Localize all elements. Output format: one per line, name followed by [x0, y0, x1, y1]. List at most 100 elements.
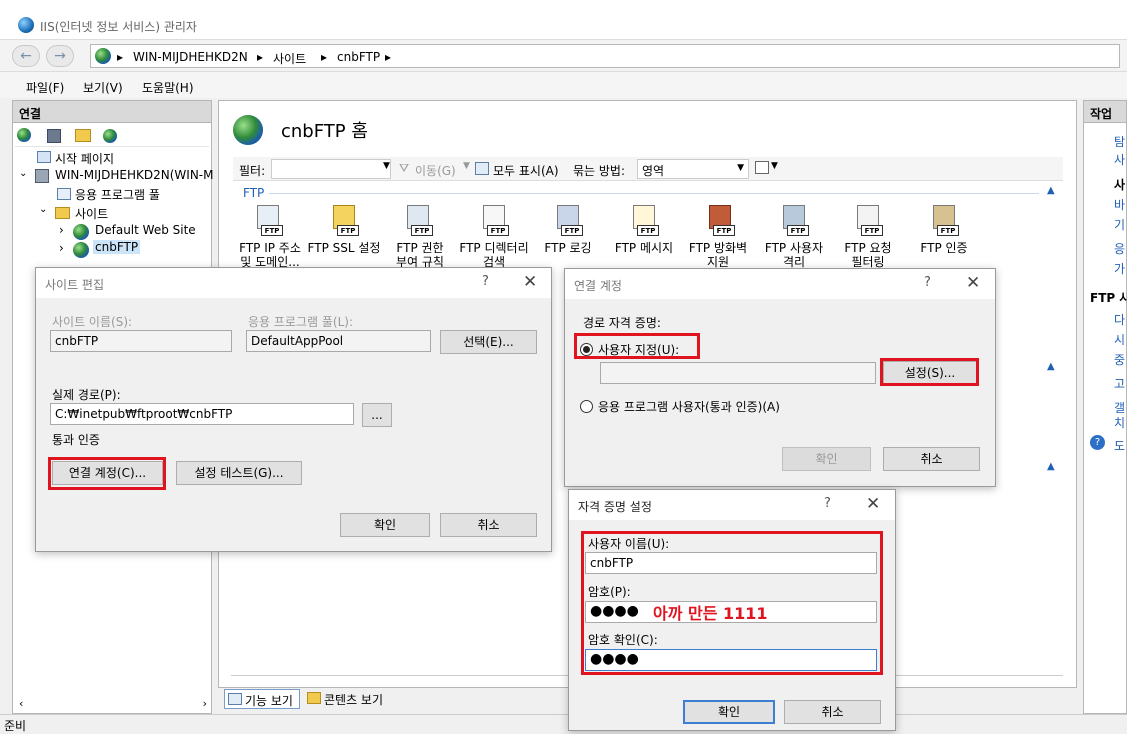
- feature-ftp-authorization[interactable]: FTP 권한 부여 규칙: [383, 241, 457, 269]
- breadcrumb-server[interactable]: WIN-MIJDHEHKD2N: [133, 50, 248, 64]
- message-icon[interactable]: FTP: [629, 205, 659, 239]
- close-icon[interactable]: ✕: [866, 494, 880, 514]
- feature-ftp-ip[interactable]: FTP IP 주소 및 도메인...: [233, 241, 307, 269]
- menu-view[interactable]: 보기(V): [83, 79, 123, 96]
- chevron-right-icon[interactable]: ›: [59, 241, 64, 255]
- app-pool-field: DefaultAppPool: [246, 330, 431, 352]
- ok-button[interactable]: 확인: [782, 447, 871, 471]
- logging-icon[interactable]: FTP: [553, 205, 583, 239]
- group-by-label: 묶는 방법:: [573, 164, 626, 178]
- disconnect-icon[interactable]: [103, 129, 117, 143]
- action-link[interactable]: 다: [1114, 311, 1125, 328]
- browse-button[interactable]: ...: [362, 403, 392, 427]
- scroll-right-icon[interactable]: ›: [203, 697, 207, 710]
- authentication-icon[interactable]: FTP: [929, 205, 959, 239]
- help-icon[interactable]: ?: [924, 275, 931, 290]
- tree-sites[interactable]: 사이트: [75, 205, 108, 222]
- up-folder-icon[interactable]: [75, 129, 91, 142]
- show-all-button[interactable]: 모두 표시(A): [493, 162, 559, 179]
- request-filtering-icon[interactable]: FTP: [853, 205, 883, 239]
- cancel-button[interactable]: 취소: [440, 513, 537, 537]
- collapse-up-icon[interactable]: ▲: [1047, 461, 1055, 472]
- close-icon[interactable]: ✕: [966, 273, 980, 293]
- feature-ftp-user-isolation[interactable]: FTP 사용자 격리: [757, 241, 831, 269]
- connect-as-dialog: 연결 계정 ? ✕ 경로 자격 증명: 사용자 지정(U): 설정(S)... …: [564, 268, 996, 487]
- help-icon[interactable]: ?: [824, 496, 831, 511]
- set-credentials-titlebar: 자격 증명 설정 ? ✕: [569, 490, 895, 520]
- site-name-label: 사이트 이름(S):: [52, 315, 133, 329]
- feature-ftp-request-filtering[interactable]: FTP 요청 필터링: [831, 241, 905, 269]
- directory-browse-icon[interactable]: FTP: [479, 205, 509, 239]
- horizontal-scrollbar[interactable]: ‹ ›: [17, 697, 209, 711]
- view-options-icon[interactable]: [755, 161, 769, 174]
- chevron-down-icon[interactable]: ⌄: [39, 204, 47, 215]
- collapse-up-icon[interactable]: ▲: [1047, 185, 1055, 196]
- cancel-button[interactable]: 취소: [784, 700, 881, 724]
- ok-button[interactable]: 확인: [340, 513, 430, 537]
- tab-content-view[interactable]: 콘텐츠 보기: [305, 689, 395, 709]
- filter-input[interactable]: [271, 159, 391, 179]
- specific-user-field: [600, 362, 876, 384]
- tree-app-pools[interactable]: 응용 프로그램 풀: [75, 186, 160, 203]
- close-icon[interactable]: ✕: [523, 272, 537, 292]
- scroll-left-icon[interactable]: ‹: [19, 697, 23, 710]
- physical-path-field[interactable]: C:₩inetpub₩ftproot₩cnbFTP: [50, 403, 354, 425]
- test-settings-button[interactable]: 설정 테스트(G)...: [176, 461, 302, 485]
- feature-ftp-firewall[interactable]: FTP 방화벽 지원: [681, 241, 755, 269]
- dialog-title: 자격 증명 설정: [578, 500, 652, 514]
- action-link[interactable]: 도: [1114, 437, 1125, 454]
- cancel-button[interactable]: 취소: [883, 447, 980, 471]
- feature-ftp-directory-browsing[interactable]: FTP 디렉터리 검색: [457, 241, 531, 269]
- action-link[interactable]: 고: [1114, 375, 1125, 392]
- action-link[interactable]: 응: [1114, 240, 1125, 257]
- dropdown-arrow-icon[interactable]: ▼: [463, 161, 470, 171]
- feature-ftp-authentication[interactable]: FTP 인증: [907, 241, 981, 255]
- back-arrow-icon[interactable]: ←: [12, 45, 40, 67]
- action-link[interactable]: 가: [1114, 260, 1125, 277]
- lock-icon[interactable]: FTP: [329, 205, 359, 239]
- action-link[interactable]: 탐: [1114, 133, 1125, 150]
- tree-start-page[interactable]: 시작 페이지: [55, 150, 114, 167]
- dropdown-arrow-icon[interactable]: ▼: [383, 161, 390, 171]
- action-link[interactable]: 바: [1114, 196, 1125, 213]
- action-link[interactable]: 시: [1114, 331, 1125, 348]
- app-user-label: 응용 프로그램 사용자(통과 인증)(A): [598, 400, 780, 414]
- feature-ftp-ssl[interactable]: FTP SSL 설정: [307, 241, 381, 255]
- chevron-right-icon[interactable]: ›: [59, 223, 64, 237]
- forward-arrow-icon[interactable]: →: [46, 45, 74, 67]
- action-link[interactable]: 치: [1114, 414, 1125, 431]
- tab-features-view[interactable]: 기능 보기: [224, 689, 300, 709]
- user-isolation-icon[interactable]: FTP: [779, 205, 809, 239]
- tree-default-web-site[interactable]: Default Web Site: [95, 223, 196, 237]
- ok-button[interactable]: 확인: [683, 700, 775, 724]
- select-app-pool-button[interactable]: 선택(E)...: [440, 330, 537, 354]
- go-button[interactable]: 이동(G): [415, 162, 456, 179]
- tree-server[interactable]: WIN-MIJDHEHKD2N(WIN-M: [55, 168, 213, 182]
- firewall-icon[interactable]: FTP: [705, 205, 735, 239]
- dropdown-arrow-icon: ▼: [737, 163, 744, 173]
- key-icon[interactable]: FTP: [403, 205, 433, 239]
- feature-ftp-messages[interactable]: FTP 메시지: [607, 241, 681, 255]
- feature-ftp-logging[interactable]: FTP 로깅: [531, 241, 605, 255]
- chevron-down-icon[interactable]: ⌄: [19, 168, 27, 179]
- ftp-ip-domain-icon[interactable]: FTP: [253, 205, 283, 239]
- breadcrumb[interactable]: ▸ WIN-MIJDHEHKD2N ▸ 사이트 ▸ cnbFTP ▸: [90, 44, 1120, 68]
- group-by-select[interactable]: 영역 ▼: [637, 159, 749, 179]
- action-link[interactable]: 중: [1114, 351, 1125, 368]
- action-link[interactable]: 사: [1114, 151, 1125, 168]
- menu-help[interactable]: 도움말(H): [142, 79, 194, 96]
- connections-toolbar: [15, 125, 209, 147]
- help-icon[interactable]: ?: [482, 274, 489, 289]
- breadcrumb-sites[interactable]: 사이트: [273, 50, 306, 67]
- dropdown-arrow-icon[interactable]: ▼: [771, 161, 778, 171]
- edit-site-titlebar: 사이트 편집 ? ✕: [36, 268, 551, 298]
- app-user-radio[interactable]: [580, 400, 593, 413]
- connect-icon[interactable]: [17, 128, 31, 142]
- breadcrumb-cnbftp[interactable]: cnbFTP: [337, 50, 380, 64]
- help-icon[interactable]: ?: [1090, 435, 1105, 450]
- menu-file[interactable]: 파일(F): [26, 79, 64, 96]
- tree-cnbftp[interactable]: cnbFTP: [93, 240, 141, 254]
- collapse-up-icon[interactable]: ▲: [1047, 361, 1055, 372]
- save-icon[interactable]: [47, 129, 61, 143]
- action-link[interactable]: 기: [1114, 216, 1125, 233]
